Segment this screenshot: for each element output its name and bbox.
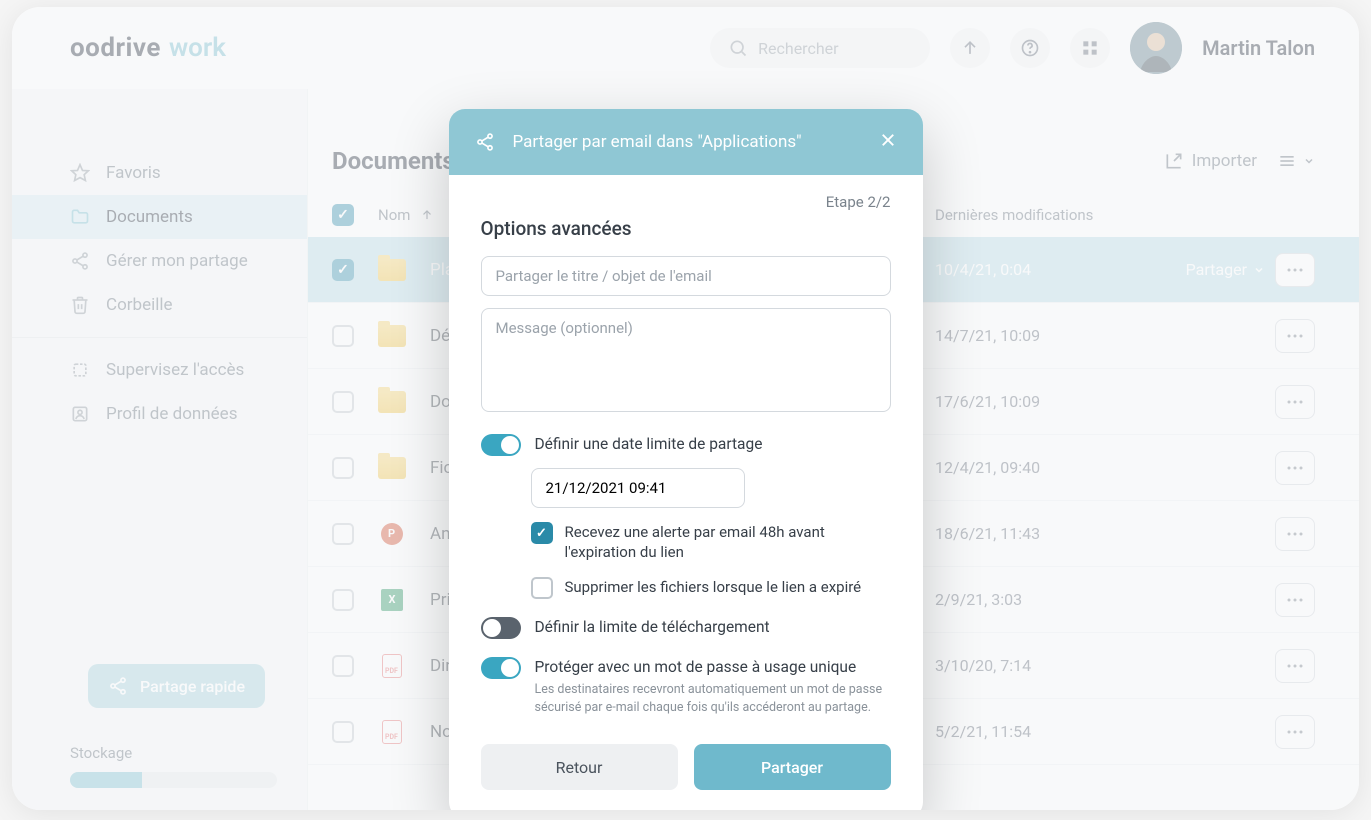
option-password: Protéger avec un mot de passe à usage un…	[481, 657, 891, 717]
back-button[interactable]: Retour	[481, 744, 678, 790]
alert-checkbox[interactable]	[531, 522, 553, 544]
modal-title: Partager par email dans "Applications"	[513, 132, 802, 152]
option-download-limit: Définir la limite de téléchargement	[481, 617, 891, 639]
share-modal: Partager par email dans "Applications" E…	[449, 109, 923, 810]
modal-overlay[interactable]: Partager par email dans "Applications" E…	[12, 7, 1359, 810]
expiry-toggle[interactable]	[481, 434, 521, 456]
message-input[interactable]	[481, 308, 891, 412]
alert-label: Recevez une alerte par email 48h avant l…	[565, 522, 891, 563]
modal-body: Etape 2/2 Options avancées Définir une d…	[449, 175, 923, 724]
app-window: oodrive work Rechercher Martin Talon Fav…	[12, 7, 1359, 810]
password-toggle[interactable]	[481, 657, 521, 679]
close-icon	[879, 131, 897, 149]
modal-footer: Retour Partager	[449, 724, 923, 810]
subject-input[interactable]	[481, 256, 891, 296]
download-label: Définir la limite de téléchargement	[535, 617, 891, 638]
share-icon	[475, 132, 495, 152]
advanced-title: Options avancées	[481, 217, 891, 240]
password-desc: Les destinataires recevront automatiquem…	[535, 681, 891, 716]
share-button[interactable]: Partager	[694, 744, 891, 790]
expiry-subblock: Recevez une alerte par email 48h avant l…	[531, 468, 891, 599]
delete-label: Supprimer les fichiers lorsque le lien a…	[565, 577, 862, 599]
expiry-label: Définir une date limite de partage	[535, 434, 891, 455]
delete-checkbox[interactable]	[531, 577, 553, 599]
step-indicator: Etape 2/2	[481, 193, 891, 211]
close-button[interactable]	[879, 130, 897, 154]
download-toggle[interactable]	[481, 617, 521, 639]
modal-header: Partager par email dans "Applications"	[449, 109, 923, 175]
option-expiry: Définir une date limite de partage	[481, 434, 891, 456]
expiry-date-input[interactable]	[531, 468, 745, 508]
password-label: Protéger avec un mot de passe à usage un…	[535, 657, 891, 678]
